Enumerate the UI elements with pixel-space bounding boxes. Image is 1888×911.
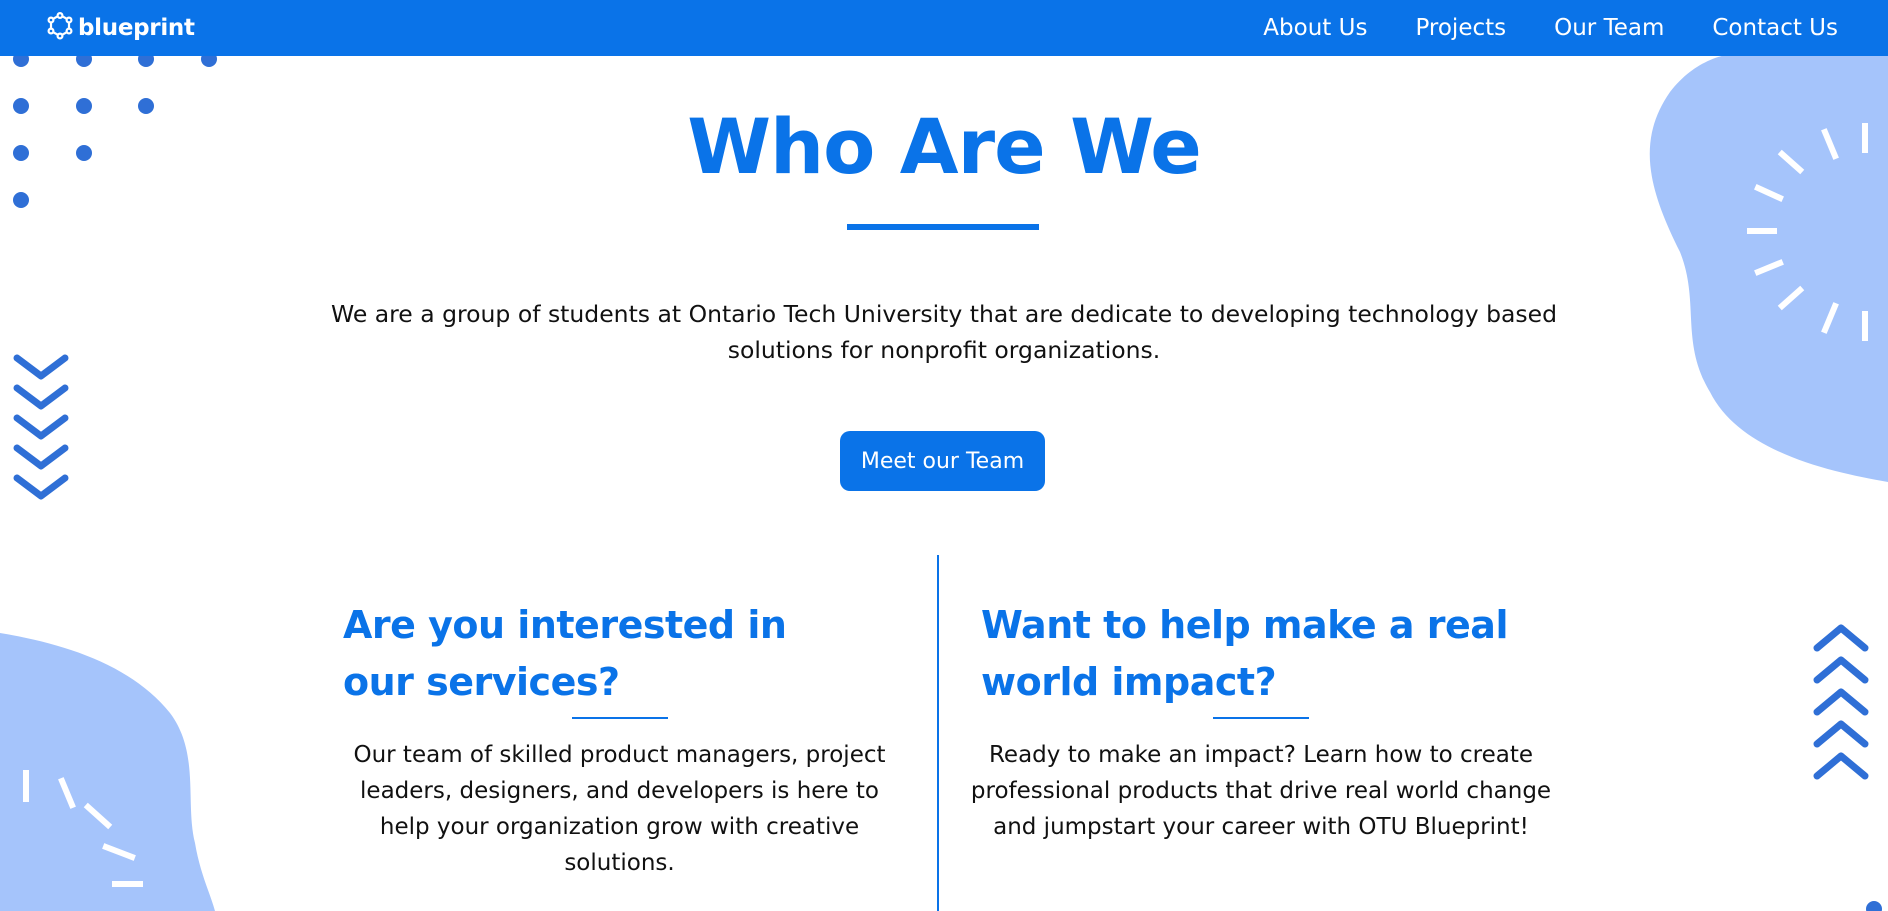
meet-our-team-button[interactable]: Meet our Team [840,431,1045,491]
chevron-up-stack-icon [1813,624,1869,780]
nav-link-our-team[interactable]: Our Team [1554,15,1664,41]
page-title: Who Are We [687,102,1202,191]
services-underline [572,717,668,719]
impact-heading: Want to help make a real world impact? [981,603,1508,704]
impact-description: Ready to make an impact? Learn how to cr… [970,742,1552,840]
column-divider [937,555,939,911]
title-underline [847,224,1039,230]
blueprint-logo-icon [46,11,74,44]
hero-description: We are a group of students at Ontario Te… [330,300,1558,364]
nav-link-contact-us[interactable]: Contact Us [1712,15,1838,41]
brand-logo[interactable]: blueprint [46,11,195,44]
chevron-down-stack-icon [13,354,69,500]
top-navbar: blueprint About Us Projects Our Team Con… [0,0,1888,56]
impact-underline [1213,717,1309,719]
services-heading: Are you interested in our services? [343,603,787,704]
services-description: Our team of skilled product managers, pr… [353,742,886,876]
nav-link-projects[interactable]: Projects [1415,15,1506,41]
brand-name: blueprint [78,15,195,41]
dot-pattern [1866,901,1882,911]
nav-links: About Us Projects Our Team Contact Us [1263,0,1838,56]
nav-link-about-us[interactable]: About Us [1263,15,1367,41]
sunburst-decoration [23,770,143,887]
